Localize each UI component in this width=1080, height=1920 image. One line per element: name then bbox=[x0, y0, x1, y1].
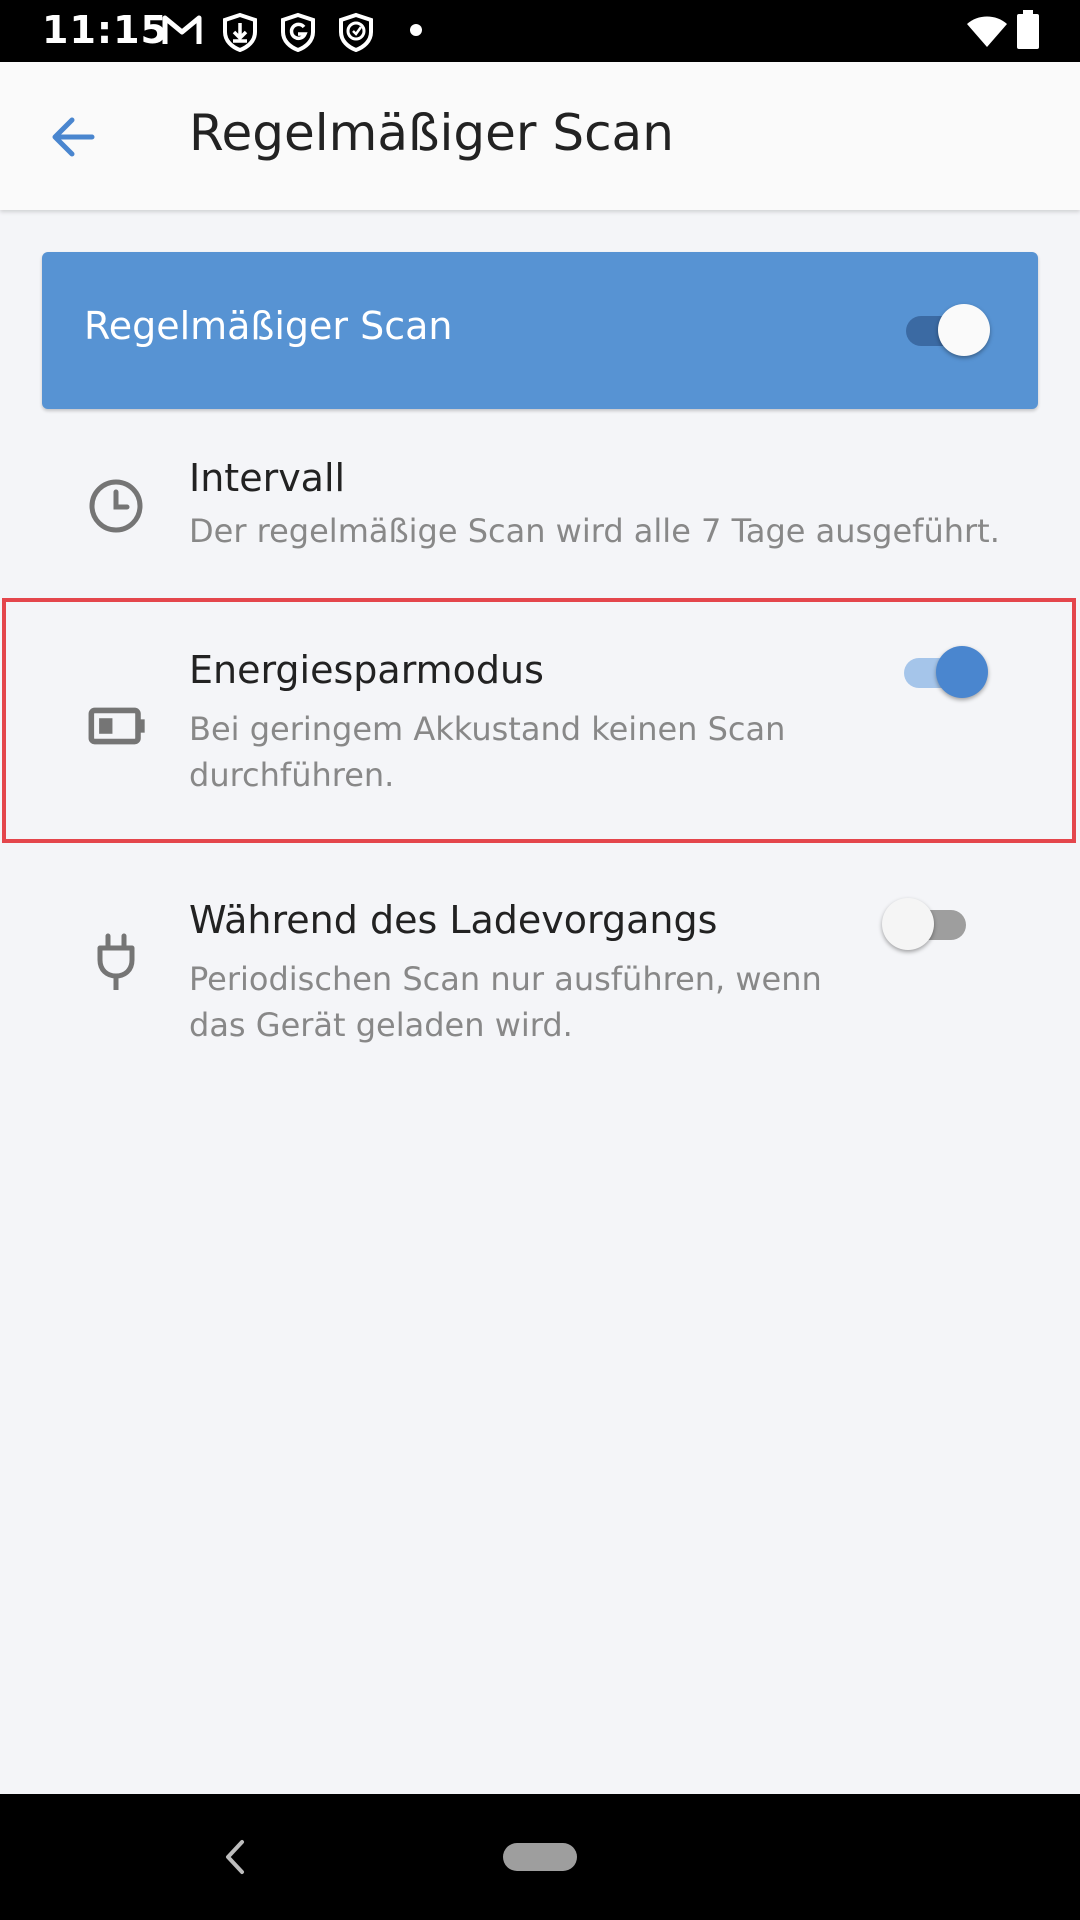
highlight-box bbox=[2, 598, 1076, 843]
setting-while-charging-title: Während des Ladevorgangs bbox=[189, 898, 718, 942]
nav-back-icon[interactable] bbox=[218, 1834, 254, 1880]
dot-icon bbox=[410, 24, 422, 36]
while-charging-switch[interactable] bbox=[882, 896, 972, 952]
nav-home-pill-icon[interactable] bbox=[503, 1843, 577, 1871]
wifi-icon bbox=[967, 16, 1007, 47]
clock-icon bbox=[89, 479, 143, 533]
setting-interval-subtitle: Der regelmäßige Scan wird alle 7 Tage au… bbox=[189, 512, 1000, 550]
shield-check-icon bbox=[339, 12, 373, 52]
arrow-back-icon[interactable] bbox=[46, 110, 100, 164]
status-time: 11:15 bbox=[42, 8, 168, 52]
plug-icon bbox=[97, 933, 135, 990]
setting-interval[interactable]: Intervall Der regelmäßige Scan wird alle… bbox=[0, 440, 1080, 590]
setting-while-charging-subtitle: Periodischen Scan nur ausführen, wenn da… bbox=[189, 960, 822, 1044]
shield-g-icon bbox=[281, 12, 315, 52]
app-bar: Regelmäßiger Scan bbox=[0, 62, 1080, 210]
setting-interval-title: Intervall bbox=[189, 456, 346, 500]
status-bar: 11:15 bbox=[0, 0, 1080, 62]
battery-icon bbox=[1017, 10, 1039, 49]
master-toggle-label: Regelmäßiger Scan bbox=[84, 304, 453, 348]
page-title: Regelmäßiger Scan bbox=[189, 104, 674, 162]
master-toggle-switch[interactable] bbox=[900, 302, 990, 358]
master-toggle-card[interactable]: Regelmäßiger Scan bbox=[42, 252, 1038, 409]
gmail-icon bbox=[162, 15, 202, 44]
shield-download-icon bbox=[223, 12, 257, 52]
setting-while-charging[interactable]: Während des Ladevorgangs Periodischen Sc… bbox=[0, 870, 1080, 1070]
nav-bar bbox=[0, 1794, 1080, 1920]
